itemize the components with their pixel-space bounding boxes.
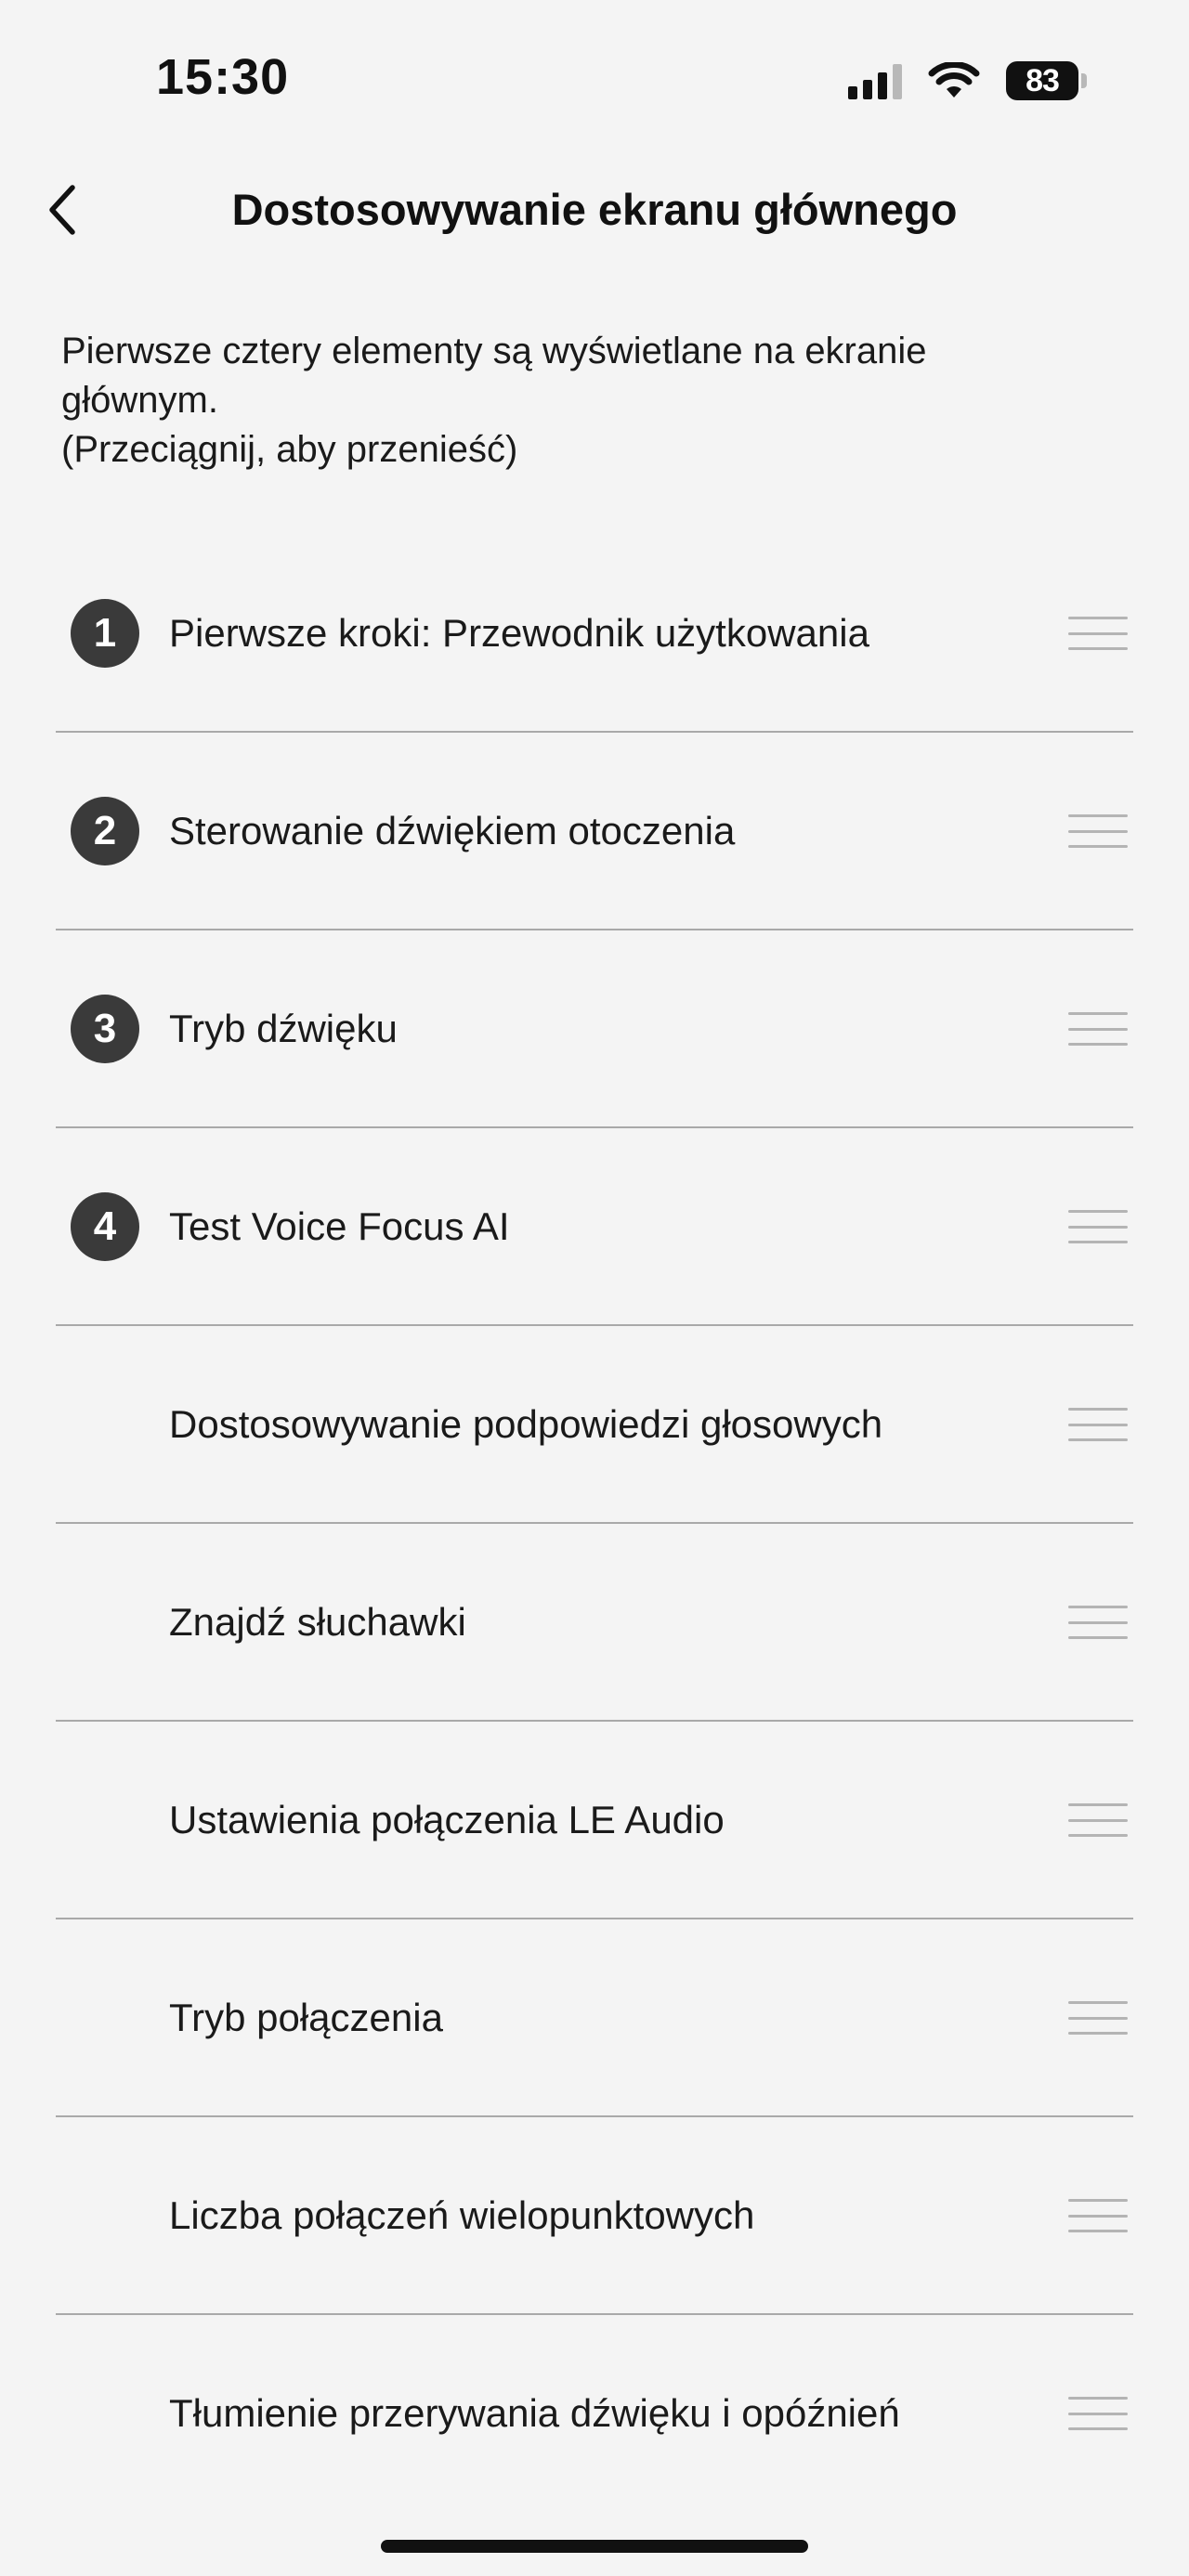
position-badge-2: 2 bbox=[71, 797, 139, 865]
status-icons: 83 bbox=[848, 58, 1087, 104]
status-time: 15:30 bbox=[156, 49, 290, 105]
drag-handle-icon[interactable] bbox=[1068, 1210, 1128, 1243]
drag-handle-icon[interactable] bbox=[1068, 1408, 1128, 1441]
navigation-bar: Dostosowywanie ekranu głównego bbox=[0, 158, 1189, 260]
home-indicator[interactable] bbox=[381, 2540, 808, 2553]
intro-hint: (Przeciągnij, aby przenieść) bbox=[61, 429, 518, 470]
list-item-label: Znajdź słuchawki bbox=[169, 1600, 466, 1644]
status-bar: 15:30 83 bbox=[0, 0, 1189, 158]
list-item[interactable]: 3 Tryb dźwięku bbox=[56, 930, 1133, 1128]
list-item-label: Liczba połączeń wielopunktowych bbox=[169, 2193, 755, 2237]
list-item[interactable]: 1 Pierwsze kroki: Przewodnik użytkowania bbox=[56, 535, 1133, 733]
list-item-label: Dostosowywanie podpowiedzi głosowych bbox=[169, 1402, 883, 1446]
list-item[interactable]: Tryb połączenia bbox=[56, 1919, 1133, 2117]
wifi-icon bbox=[928, 62, 980, 98]
position-badge-1: 1 bbox=[71, 599, 139, 668]
customization-list: 1 Pierwsze kroki: Przewodnik użytkowania… bbox=[56, 535, 1133, 2513]
list-item-label: Tryb dźwięku bbox=[169, 1007, 398, 1050]
list-item-label: Ustawienia połączenia LE Audio bbox=[169, 1798, 725, 1841]
list-item-label: Pierwsze kroki: Przewodnik użytkowania bbox=[169, 611, 869, 655]
list-item-label: Sterowanie dźwiękiem otoczenia bbox=[169, 809, 736, 852]
drag-handle-icon[interactable] bbox=[1068, 2199, 1128, 2232]
drag-handle-icon[interactable] bbox=[1068, 814, 1128, 848]
list-item[interactable]: Dostosowywanie podpowiedzi głosowych bbox=[56, 1326, 1133, 1524]
drag-handle-icon[interactable] bbox=[1068, 617, 1128, 650]
drag-handle-icon[interactable] bbox=[1068, 2001, 1128, 2035]
list-item[interactable]: Znajdź słuchawki bbox=[56, 1524, 1133, 1722]
list-item[interactable]: Liczba połączeń wielopunktowych bbox=[56, 2117, 1133, 2315]
list-item-label: Tryb połączenia bbox=[169, 1996, 443, 2039]
battery-icon: 83 bbox=[1006, 61, 1087, 100]
drag-handle-icon[interactable] bbox=[1068, 1803, 1128, 1837]
intro-text: Pierwsze cztery elementy są wyświetlane … bbox=[61, 327, 1083, 475]
page-title: Dostosowywanie ekranu głównego bbox=[231, 185, 958, 234]
list-item-label: Tłumienie przerywania dźwięku i opóźnień bbox=[169, 2391, 900, 2435]
list-item[interactable]: 4 Test Voice Focus AI bbox=[56, 1128, 1133, 1326]
drag-handle-icon[interactable] bbox=[1068, 1606, 1128, 1639]
cellular-signal-icon bbox=[848, 62, 902, 99]
drag-handle-icon[interactable] bbox=[1068, 2397, 1128, 2430]
list-item[interactable]: 2 Sterowanie dźwiękiem otoczenia bbox=[56, 733, 1133, 930]
position-badge-4: 4 bbox=[71, 1192, 139, 1261]
list-item[interactable]: Ustawienia połączenia LE Audio bbox=[56, 1722, 1133, 1919]
list-item[interactable]: Tłumienie przerywania dźwięku i opóźnień bbox=[56, 2315, 1133, 2513]
drag-handle-icon[interactable] bbox=[1068, 1012, 1128, 1046]
list-item-label: Test Voice Focus AI bbox=[169, 1204, 510, 1248]
intro-description: Pierwsze cztery elementy są wyświetlane … bbox=[61, 331, 927, 421]
position-badge-3: 3 bbox=[71, 995, 139, 1063]
battery-level: 83 bbox=[1006, 61, 1078, 100]
